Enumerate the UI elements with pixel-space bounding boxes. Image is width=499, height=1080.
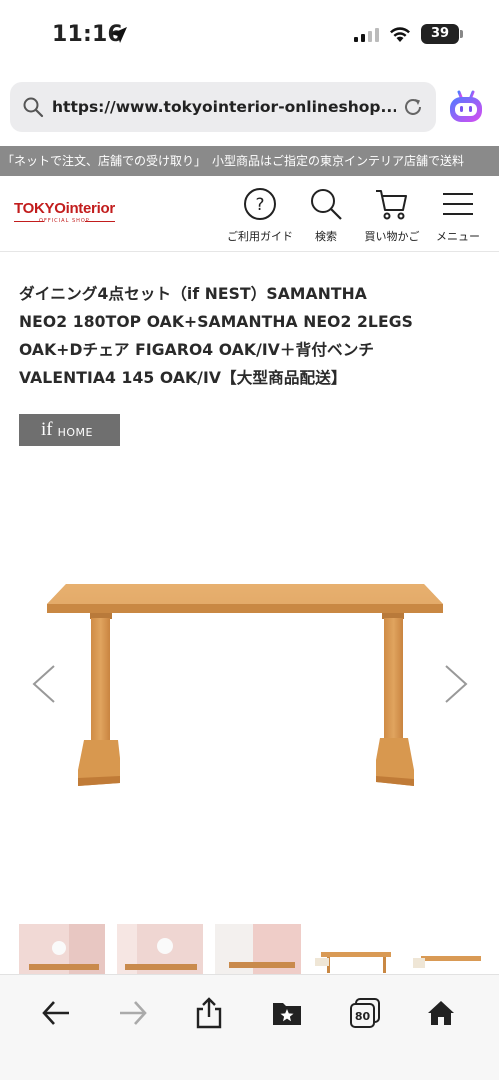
cellular-signal-icon (354, 26, 379, 42)
browser-toolbar: 80 (0, 974, 499, 1080)
cart-icon (376, 190, 407, 220)
product-title-line: OAK+Dチェア FIGARO4 OAK/IV＋背付ベンチ (19, 341, 375, 359)
nav-menu[interactable]: メニュー (425, 186, 491, 244)
nav-cart[interactable]: 買い物かご (359, 186, 425, 244)
product-title-line: ダイニング4点セット（if NEST）SAMANTHA (19, 285, 367, 303)
bookmark-folder-icon (273, 1003, 301, 1025)
announcement-ticker[interactable]: 「ネットで注文、店舗での受け取り」 小型商品はご指定の東京インテリア店舗で送料 (0, 146, 499, 176)
nav-guide[interactable]: ? ご利用ガイド (227, 186, 293, 244)
next-image-arrow-icon[interactable] (440, 664, 470, 704)
product-title-line: NEO2 180TOP OAK+SAMANTHA NEO2 2LEGS (19, 313, 413, 331)
prev-image-arrow-icon[interactable] (30, 664, 60, 704)
thumbnail[interactable] (215, 924, 301, 976)
header-nav: ? ご利用ガイド 検索 買い物かご メニュー (227, 186, 491, 244)
nav-menu-label: メニュー (436, 230, 480, 243)
logo-tokyo: TOKYO (14, 200, 66, 217)
brand-badge-sub: HOME (57, 426, 93, 439)
url-text[interactable]: https://www.tokyointerior-onlineshop... (52, 98, 396, 116)
forward-arrow-icon (120, 1001, 147, 1025)
thumbnail[interactable] (19, 924, 105, 976)
battery-indicator: 39 (421, 24, 463, 44)
home-icon (428, 1001, 454, 1025)
thumbnail[interactable] (117, 924, 203, 976)
logo-interior: interior (65, 200, 116, 217)
share-icon (196, 997, 222, 1029)
reload-icon[interactable] (402, 96, 424, 118)
status-bar: 11:16 39 (0, 0, 499, 74)
brand-badge-main: if (41, 419, 53, 440)
tabs-icon: 80 (350, 998, 380, 1028)
wifi-icon (390, 26, 410, 42)
forward-button[interactable] (113, 993, 153, 1033)
nav-search[interactable]: 検索 (293, 186, 359, 244)
tabs-button[interactable]: 80 (345, 993, 385, 1033)
home-button[interactable] (421, 993, 461, 1033)
hamburger-menu-icon (443, 193, 473, 215)
assistant-bot-icon[interactable] (447, 88, 485, 126)
back-button[interactable] (36, 993, 76, 1033)
tab-count: 80 (355, 1010, 371, 1023)
location-arrow-icon (111, 27, 127, 43)
svg-text:?: ? (255, 195, 264, 215)
address-bar[interactable]: https://www.tokyointerior-onlineshop... (10, 82, 436, 132)
share-button[interactable] (189, 993, 229, 1033)
help-circle-icon: ? (244, 188, 276, 220)
site-logo[interactable]: TOKYOinterior OFFICIAL SHOP (14, 200, 115, 224)
brand-badge[interactable]: if HOME (19, 414, 120, 446)
site-header: TOKYOinterior OFFICIAL SHOP ? ご利用ガイド 検索 … (0, 178, 499, 252)
back-arrow-icon (42, 1001, 69, 1025)
battery-level: 39 (430, 26, 450, 41)
bookmarks-button[interactable] (267, 993, 307, 1033)
nav-cart-label: 買い物かご (364, 230, 420, 243)
search-icon (23, 97, 44, 118)
thumbnail[interactable] (313, 924, 399, 976)
logo-subtitle: OFFICIAL SHOP (14, 218, 115, 224)
product-title-line: VALENTIA4 145 OAK/IV【大型商品配送】 (19, 369, 347, 387)
product-title: ダイニング4点セット（if NEST）SAMANTHA NEO2 180TOP … (19, 280, 481, 392)
nav-search-label: 検索 (315, 230, 337, 243)
nav-guide-label: ご利用ガイド (227, 230, 293, 243)
thumbnail[interactable] (411, 924, 497, 976)
search-icon (311, 189, 342, 220)
product-main-image[interactable] (0, 470, 499, 910)
thumbnail-strip (19, 924, 499, 976)
